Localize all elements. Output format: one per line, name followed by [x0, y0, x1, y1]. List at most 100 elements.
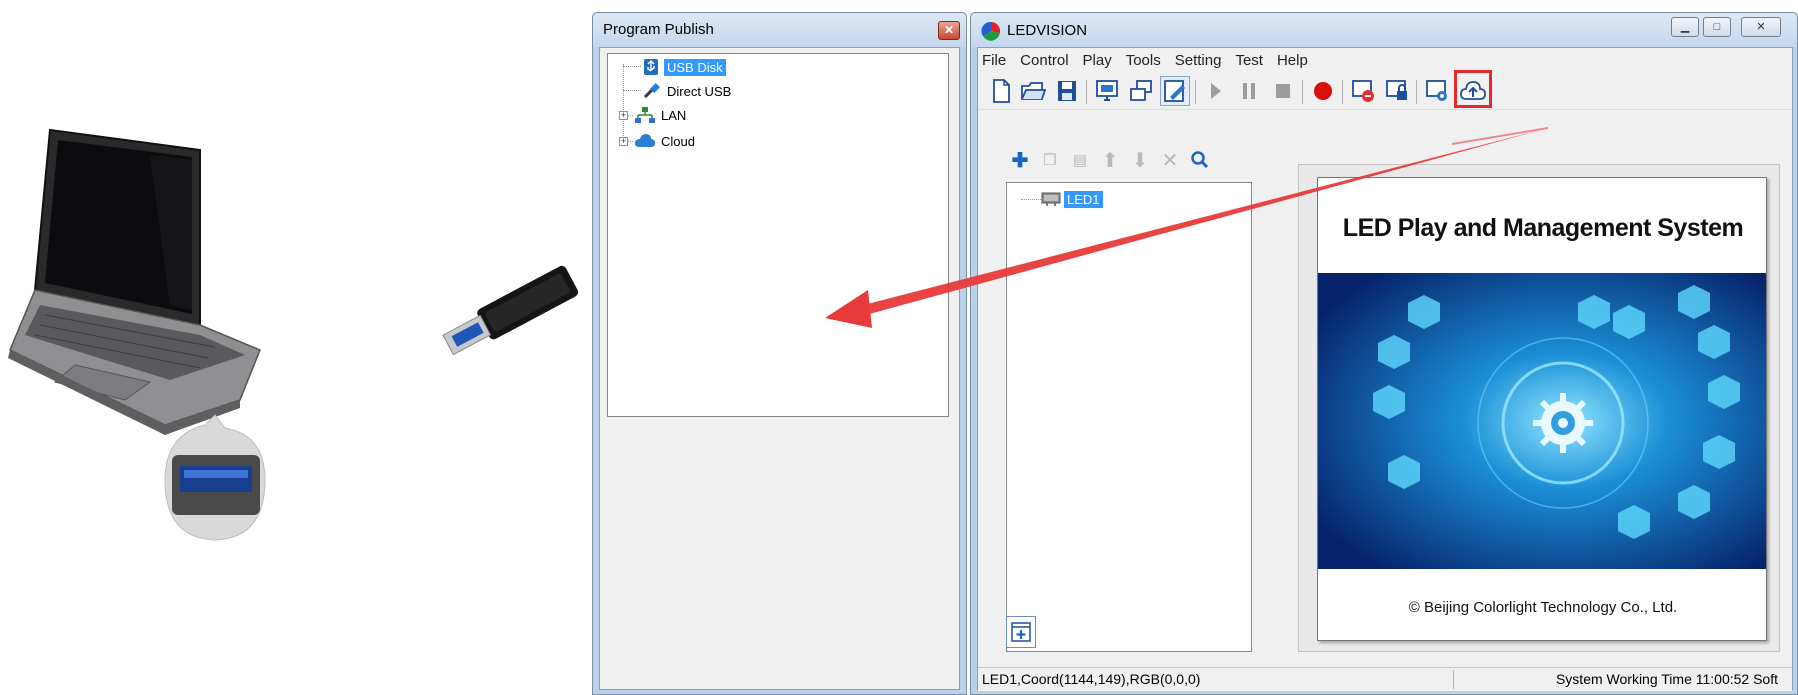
minimize-button[interactable]: ▁ — [1671, 17, 1699, 37]
expand-toggle[interactable]: + — [619, 137, 628, 146]
toolbar-separator — [1416, 80, 1417, 104]
splash-copyright: © Beijing Colorlight Technology Co., Ltd… — [1408, 599, 1678, 616]
close-screen-button[interactable] — [1348, 76, 1378, 106]
search-icon — [1191, 151, 1209, 169]
add-button[interactable]: ✚ — [1008, 148, 1032, 172]
settings-screen-icon — [1426, 80, 1447, 101]
close-icon: ✕ — [1756, 21, 1766, 33]
record-button[interactable] — [1308, 76, 1338, 106]
ledvision-title-bar[interactable]: LEDVISION ▁ □ ✕ — [971, 13, 1797, 47]
publish-target-tree: USB Disk Direct USB + LAN + Cloud — [607, 53, 949, 417]
status-working-time: System Working Time 11:00:52 Soft — [1555, 671, 1778, 687]
close-button[interactable]: ✕ — [1741, 17, 1781, 37]
ledvision-client-area: File Control Play Tools Setting Test Hel… — [977, 47, 1793, 691]
search-button[interactable] — [1188, 148, 1212, 172]
paste-icon: ▤ — [1072, 152, 1088, 169]
menu-help[interactable]: Help — [1277, 52, 1308, 69]
ledvision-window: LEDVISION ▁ □ ✕ File Control Play Tools … — [970, 12, 1798, 695]
tree-item-label: LAN — [661, 107, 687, 123]
program-publish-body: USB Disk Direct USB + LAN + Cloud — [599, 47, 960, 690]
move-up-button[interactable]: ⬆ — [1098, 148, 1122, 172]
tree-connector — [623, 90, 641, 91]
expand-toggle[interactable]: + — [619, 111, 628, 120]
tree-item-direct-usb[interactable]: Direct USB — [642, 80, 734, 102]
toolbar-separator — [1195, 80, 1196, 104]
tree-item-lan[interactable]: LAN — [634, 104, 689, 126]
save-button[interactable] — [1052, 76, 1082, 106]
status-bar: LED1,Coord(1144,149),RGB(0,0,0) System W… — [978, 667, 1792, 691]
close-screen-icon — [1352, 80, 1374, 102]
menu-bar: File Control Play Tools Setting Test Hel… — [978, 48, 1792, 72]
menu-file[interactable]: File — [982, 52, 1006, 69]
move-down-button[interactable]: ⬇ — [1128, 148, 1152, 172]
pause-button[interactable] — [1234, 76, 1264, 106]
lock-screen-button[interactable] — [1382, 76, 1412, 106]
tree-item-cloud[interactable]: Cloud — [634, 130, 698, 152]
menu-control[interactable]: Control — [1020, 52, 1068, 69]
program-publish-title-bar[interactable]: Program Publish ✕ — [593, 13, 966, 47]
splash-title: LED Play and Management System — [1342, 214, 1744, 242]
toolbar-separator — [1086, 80, 1087, 104]
new-file-icon — [993, 79, 1010, 103]
display-button[interactable] — [1092, 76, 1122, 106]
menu-test[interactable]: Test — [1235, 52, 1263, 69]
cloud-icon — [635, 134, 655, 147]
tree-item-label: Cloud — [661, 133, 695, 149]
usb-icon — [644, 59, 658, 75]
tree-item-label: LED1 — [1064, 190, 1103, 208]
add-program-icon — [1011, 622, 1031, 642]
splash-panel: LED Play and Management System © Beijing… — [1317, 177, 1767, 641]
toolbar-separator — [1342, 80, 1343, 104]
stop-icon — [1276, 84, 1290, 98]
screen-list-toolbar: ✚ ❐ ▤ ⬆ ⬇ ✕ — [1008, 148, 1268, 176]
delete-icon: ✕ — [1161, 149, 1179, 172]
copy-icon: ❐ — [1043, 152, 1057, 169]
stop-button[interactable] — [1268, 76, 1298, 106]
status-coordinates: LED1,Coord(1144,149),RGB(0,0,0) — [982, 671, 1201, 687]
ledvision-logo-icon — [981, 21, 1001, 41]
pause-icon — [1243, 83, 1255, 99]
copy-button[interactable]: ❐ — [1038, 148, 1062, 172]
tree-item-label: Direct USB — [667, 83, 732, 99]
usb-stick-illustration — [442, 265, 579, 356]
new-button[interactable] — [986, 76, 1016, 106]
toolbar-separator — [1302, 80, 1303, 104]
tree-item-usb-disk[interactable]: USB Disk — [642, 56, 726, 78]
screen-tree: LED1 — [1006, 182, 1252, 652]
menu-play[interactable]: Play — [1083, 52, 1112, 69]
move-down-icon: ⬇ — [1131, 149, 1149, 172]
open-folder-icon — [1021, 82, 1046, 100]
maximize-button[interactable]: □ — [1703, 17, 1731, 37]
add-program-button[interactable] — [1006, 616, 1036, 648]
tree-item-label: USB Disk — [664, 58, 726, 76]
program-publish-window: Program Publish ✕ USB Disk Direct USB + … — [592, 12, 967, 695]
open-button[interactable] — [1018, 76, 1048, 106]
highlight-box — [1454, 70, 1492, 108]
window-button[interactable] — [1126, 76, 1156, 106]
ledvision-title: LEDVISION — [1007, 22, 1088, 39]
program-publish-title: Program Publish — [603, 21, 714, 38]
edit-button[interactable] — [1160, 76, 1190, 106]
paste-button[interactable]: ▤ — [1068, 148, 1092, 172]
laptop-illustration — [8, 128, 266, 541]
tree-item-led1[interactable]: LED1 — [1041, 188, 1103, 210]
record-icon — [1314, 82, 1332, 100]
status-divider — [1453, 670, 1454, 689]
play-button[interactable] — [1200, 76, 1230, 106]
splash-artwork — [1318, 273, 1766, 569]
menu-tools[interactable]: Tools — [1126, 52, 1161, 69]
tree-connector — [1021, 199, 1043, 200]
network-icon — [635, 107, 655, 123]
move-up-icon: ⬆ — [1101, 149, 1119, 172]
screen-settings-button[interactable] — [1422, 76, 1452, 106]
play-icon — [1211, 83, 1221, 99]
lock-screen-icon — [1386, 80, 1407, 100]
tree-connector — [623, 64, 624, 144]
window-icon — [1130, 80, 1152, 101]
display-icon — [1096, 80, 1118, 101]
led-screen-icon — [1041, 192, 1061, 206]
delete-button[interactable]: ✕ — [1158, 148, 1182, 172]
preview-area: LED Play and Management System © Beijing… — [1298, 164, 1780, 652]
menu-setting[interactable]: Setting — [1175, 52, 1222, 69]
close-button[interactable]: ✕ — [938, 21, 960, 40]
